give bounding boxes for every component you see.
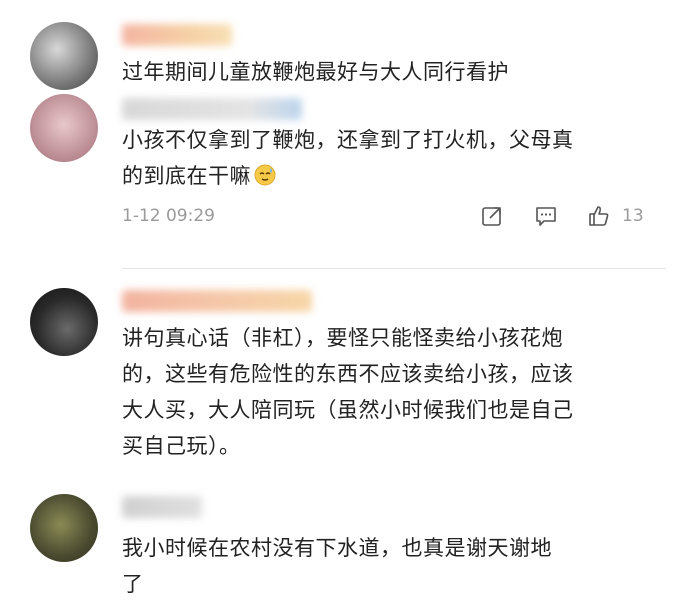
- comment-text-content: 小孩不仅拿到了鞭炮，还拿到了打火机，父母真 的到底在干嘛: [122, 128, 574, 188]
- avatar[interactable]: [30, 288, 98, 356]
- comment-text: 讲句真心话（非杠），要怪只能怪卖给小孩花炮 的，这些有危险性的东西不应该卖给小孩…: [122, 326, 574, 458]
- nickname-blurred[interactable]: [122, 98, 302, 120]
- avatar[interactable]: [30, 494, 98, 562]
- nickname-blurred[interactable]: [122, 24, 232, 46]
- nickname-blurred[interactable]: [122, 290, 312, 312]
- thumbs-up-icon[interactable]: [587, 204, 611, 228]
- comment-text: 我小时候在农村没有下水道，也真是谢天谢地 了: [122, 536, 552, 596]
- divider: [122, 268, 666, 269]
- share-icon[interactable]: [480, 204, 504, 228]
- timestamp: 1-12 09:29: [122, 206, 215, 226]
- avatar[interactable]: [30, 94, 98, 162]
- nickname-blurred[interactable]: [122, 496, 202, 518]
- comment-icon[interactable]: [534, 204, 558, 228]
- avatar[interactable]: [30, 22, 98, 90]
- comment-text: 小孩不仅拿到了鞭炮，还拿到了打火机，父母真 的到底在干嘛: [122, 122, 650, 194]
- comment-meta: 1-12 09:29 13: [122, 204, 650, 232]
- sweat-smile-emoji: [254, 164, 276, 186]
- comment-text: 过年期间儿童放鞭炮最好与大人同行看护: [122, 60, 509, 84]
- like-count: 13: [622, 206, 644, 226]
